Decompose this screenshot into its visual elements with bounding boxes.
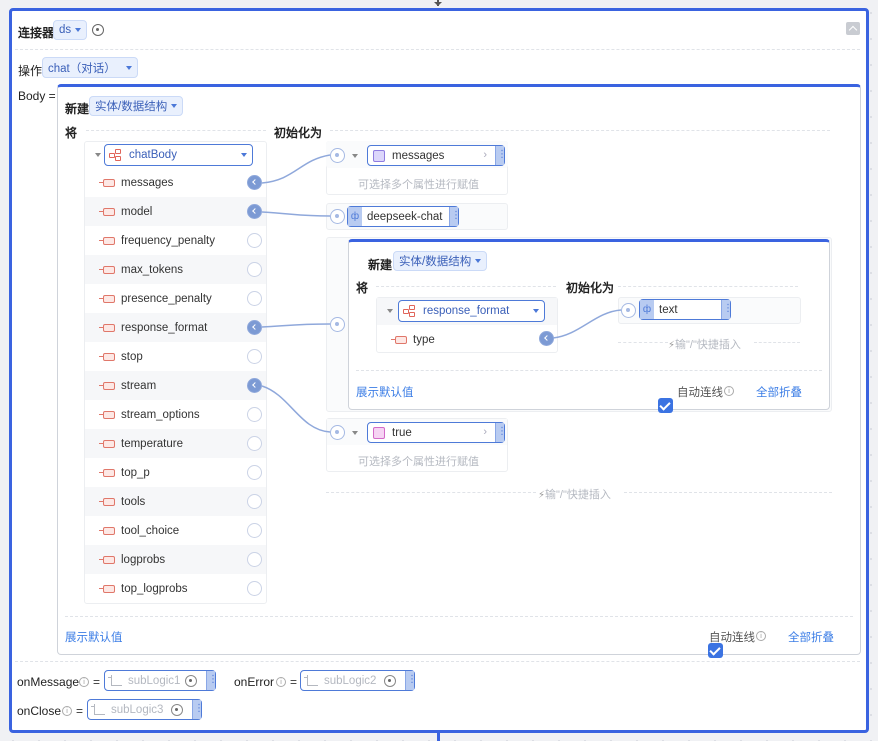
target-icon[interactable] (171, 704, 183, 716)
auto-connect-checkbox[interactable] (708, 643, 724, 658)
onmessage-label: onMessage (17, 675, 80, 689)
more-menu-icon[interactable] (192, 700, 204, 719)
sublogic-icon (304, 675, 318, 686)
onclose-label: onClose (17, 704, 62, 718)
auto-connect-label: 自动连线 (709, 632, 755, 644)
equals-sign: = (76, 704, 84, 718)
onclose-logic-select[interactable]: subLogic3 (87, 699, 204, 720)
sublogic-icon (108, 675, 122, 686)
onerror-value: subLogic2 (324, 674, 377, 687)
link-model (261, 211, 331, 217)
link-stream (261, 385, 331, 433)
more-menu-icon[interactable] (206, 671, 218, 690)
divider (15, 661, 860, 662)
sublogic-icon (91, 704, 105, 715)
info-icon[interactable]: i (276, 677, 286, 687)
equals-sign: = (290, 675, 298, 689)
onerror-label: onError (234, 675, 275, 689)
onclose-value: subLogic3 (111, 703, 164, 716)
collapse-all-link[interactable]: 全部折叠 (788, 629, 834, 645)
equals-sign: = (93, 675, 101, 689)
onmessage-logic-select[interactable]: subLogic1 (104, 670, 218, 691)
more-menu-icon[interactable] (405, 671, 417, 690)
target-icon[interactable] (185, 675, 197, 687)
info-icon[interactable]: i (62, 706, 72, 716)
onerror-logic-select[interactable]: subLogic2 (300, 670, 417, 691)
link-type (552, 309, 622, 339)
target-icon[interactable] (384, 675, 396, 687)
divider (65, 616, 853, 617)
info-icon[interactable]: i (756, 631, 766, 641)
link-messages (261, 154, 331, 184)
onmessage-value: subLogic1 (128, 674, 181, 687)
link-response-format (261, 323, 331, 328)
info-icon[interactable]: i (79, 677, 89, 687)
show-default-link[interactable]: 展示默认值 (65, 629, 123, 645)
